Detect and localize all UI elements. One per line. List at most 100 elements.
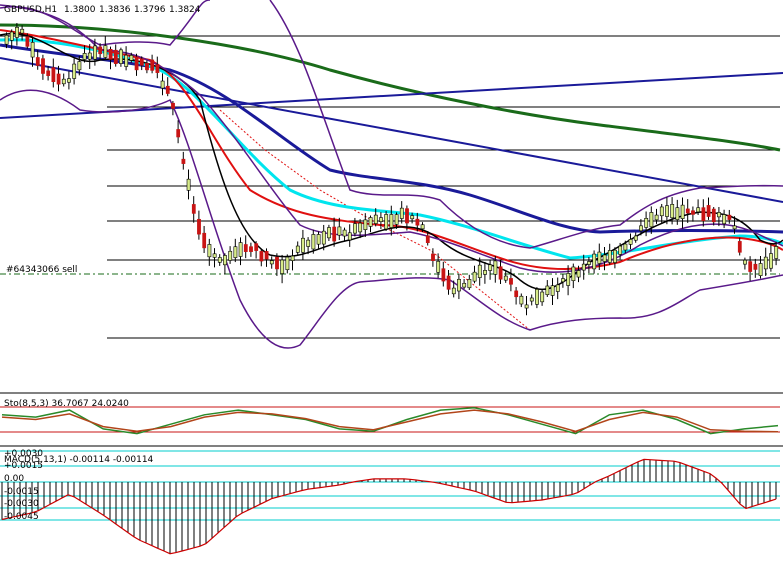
candle-bullish[interactable] xyxy=(410,215,415,220)
candle-bearish[interactable] xyxy=(139,58,144,66)
candle-bearish[interactable] xyxy=(56,73,61,85)
candle-bullish[interactable] xyxy=(342,229,347,237)
candle-bullish[interactable] xyxy=(30,42,35,58)
candle-bullish[interactable] xyxy=(82,53,87,60)
candle-bearish[interactable] xyxy=(98,46,103,55)
candle-bullish[interactable] xyxy=(566,273,571,286)
candle-bearish[interactable] xyxy=(701,207,706,222)
candle-bullish[interactable] xyxy=(462,282,467,288)
candle-bullish[interactable] xyxy=(124,54,129,67)
candle-bullish[interactable] xyxy=(436,260,441,273)
candle-bullish[interactable] xyxy=(233,246,238,258)
candle-bullish[interactable] xyxy=(212,253,217,258)
candle-bullish[interactable] xyxy=(555,284,560,292)
candle-bullish[interactable] xyxy=(524,304,529,309)
candle-bullish[interactable] xyxy=(654,214,659,221)
candle-bullish[interactable] xyxy=(72,63,77,79)
candle-bearish[interactable] xyxy=(25,36,30,47)
candle-bullish[interactable] xyxy=(758,263,763,276)
candle-bullish[interactable] xyxy=(394,214,399,225)
candle-bearish[interactable] xyxy=(41,58,45,74)
candle-bearish[interactable] xyxy=(165,85,170,94)
candle-bullish[interactable] xyxy=(649,212,654,228)
candle-bullish[interactable] xyxy=(9,31,14,41)
candle-bearish[interactable] xyxy=(446,275,451,290)
candle-bearish[interactable] xyxy=(685,208,690,214)
candle-bearish[interactable] xyxy=(155,64,160,73)
candle-bearish[interactable] xyxy=(441,268,446,282)
candle-bearish[interactable] xyxy=(249,246,253,252)
candle-bullish[interactable] xyxy=(321,230,326,245)
candle-bullish[interactable] xyxy=(670,204,675,219)
candle-bearish[interactable] xyxy=(748,261,753,272)
candle-bullish[interactable] xyxy=(368,217,373,227)
candle-bullish[interactable] xyxy=(545,285,550,296)
candle-bullish[interactable] xyxy=(675,207,680,220)
candle-bullish[interactable] xyxy=(373,214,378,224)
candle-bearish[interactable] xyxy=(197,218,201,235)
candle-bearish[interactable] xyxy=(51,67,56,82)
candle-bullish[interactable] xyxy=(639,225,643,232)
candle-bullish[interactable] xyxy=(613,249,617,263)
candle-bearish[interactable] xyxy=(35,57,40,66)
candle-bearish[interactable] xyxy=(415,218,420,226)
candle-bullish[interactable] xyxy=(769,253,773,269)
candle-bullish[interactable] xyxy=(285,256,290,271)
candle-bullish[interactable] xyxy=(290,255,295,261)
candle-bullish[interactable] xyxy=(103,45,108,58)
candle-bullish[interactable] xyxy=(353,223,357,234)
candle-bullish[interactable] xyxy=(337,226,342,236)
candle-bearish[interactable] xyxy=(509,278,513,285)
candle-bearish[interactable] xyxy=(691,210,695,215)
candle-bullish[interactable] xyxy=(67,78,71,83)
candle-bearish[interactable] xyxy=(498,266,503,280)
candle-bullish[interactable] xyxy=(228,250,233,261)
candle-bearish[interactable] xyxy=(171,102,175,109)
candle-bullish[interactable] xyxy=(217,257,222,263)
candle-bearish[interactable] xyxy=(405,208,409,224)
candle-bullish[interactable] xyxy=(529,297,534,302)
candle-bullish[interactable] xyxy=(763,256,768,270)
candle-bearish[interactable] xyxy=(150,59,155,71)
candle-bearish[interactable] xyxy=(711,208,716,223)
candle-bullish[interactable] xyxy=(587,261,591,265)
candle-bearish[interactable] xyxy=(425,235,430,243)
candle-bullish[interactable] xyxy=(280,259,285,274)
candle-bullish[interactable] xyxy=(732,225,737,230)
candle-bullish[interactable] xyxy=(628,239,633,245)
candle-bearish[interactable] xyxy=(191,204,196,214)
candle-bullish[interactable] xyxy=(519,295,524,305)
candle-bullish[interactable] xyxy=(207,244,212,258)
candle-bullish[interactable] xyxy=(602,254,607,262)
candle-bullish[interactable] xyxy=(696,207,701,213)
candle-bullish[interactable] xyxy=(347,232,352,241)
candle-bearish[interactable] xyxy=(737,241,742,253)
candle-bullish[interactable] xyxy=(597,251,602,264)
candle-bullish[interactable] xyxy=(493,260,498,275)
candle-bearish[interactable] xyxy=(727,214,732,220)
candle-bullish[interactable] xyxy=(571,266,576,282)
candle-bullish[interactable] xyxy=(477,264,482,278)
candle-bullish[interactable] xyxy=(503,275,508,281)
candle-bearish[interactable] xyxy=(243,244,248,252)
candle-bearish[interactable] xyxy=(706,205,711,217)
candle-bearish[interactable] xyxy=(264,251,269,260)
candle-bullish[interactable] xyxy=(311,234,316,250)
candle-bearish[interactable] xyxy=(145,63,149,71)
candle-bullish[interactable] xyxy=(129,55,134,61)
candle-bullish[interactable] xyxy=(680,204,685,219)
candle-bullish[interactable] xyxy=(301,237,305,253)
candle-bullish[interactable] xyxy=(488,264,493,271)
candle-bearish[interactable] xyxy=(108,48,113,60)
candle-bullish[interactable] xyxy=(295,245,300,253)
candle-bullish[interactable] xyxy=(223,255,227,266)
candle-bullish[interactable] xyxy=(327,227,331,239)
candle-bearish[interactable] xyxy=(113,49,118,64)
candle-bullish[interactable] xyxy=(20,28,25,34)
candle-bullish[interactable] xyxy=(238,242,243,257)
candle-bullish[interactable] xyxy=(15,27,19,38)
candle-bullish[interactable] xyxy=(457,278,461,292)
candle-bearish[interactable] xyxy=(259,251,264,262)
candle-bullish[interactable] xyxy=(607,250,612,263)
candle-bullish[interactable] xyxy=(659,206,664,217)
